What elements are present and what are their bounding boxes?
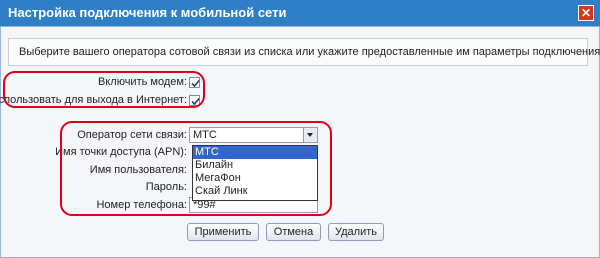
apn-label: Имя точки доступа (APN):	[55, 146, 187, 158]
chevron-down-icon[interactable]	[303, 128, 317, 142]
apply-button[interactable]: Применить	[187, 223, 259, 241]
cancel-button[interactable]: Отмена	[266, 223, 321, 241]
close-icon: ✕	[580, 6, 592, 20]
window-titlebar: Настройка подключения к мобильной сети ✕	[0, 0, 600, 26]
operator-dropdown-list: МТС Билайн МегаФон Скай Линк	[192, 145, 318, 201]
operator-option-skylink[interactable]: Скай Линк	[193, 185, 317, 198]
password-label: Пароль:	[145, 181, 187, 193]
phone-label: Номер телефона:	[96, 199, 187, 211]
use-internet-checkbox[interactable]	[189, 95, 200, 106]
checkmark-icon	[191, 97, 200, 106]
use-internet-label: Использовать для выхода в Интернет:	[0, 94, 187, 106]
enable-modem-checkbox[interactable]	[189, 77, 200, 88]
checkmark-icon	[191, 79, 200, 88]
close-button[interactable]: ✕	[578, 5, 594, 21]
operator-option-beeline[interactable]: Билайн	[193, 159, 317, 172]
operator-label: Оператор сети связи:	[77, 129, 187, 141]
operator-option-mts[interactable]: МТС	[193, 146, 317, 159]
operator-select[interactable]: МТС	[189, 127, 318, 143]
enable-modem-label: Включить модем:	[98, 76, 187, 88]
operator-select-value: МТС	[193, 129, 217, 141]
window-title: Настройка подключения к мобильной сети	[8, 5, 287, 20]
username-label: Имя пользователя:	[89, 164, 187, 176]
delete-button[interactable]: Удалить	[328, 223, 384, 241]
intro-text: Выберите вашего оператора сотовой связи …	[8, 38, 600, 66]
operator-option-megafon[interactable]: МегаФон	[193, 172, 317, 185]
